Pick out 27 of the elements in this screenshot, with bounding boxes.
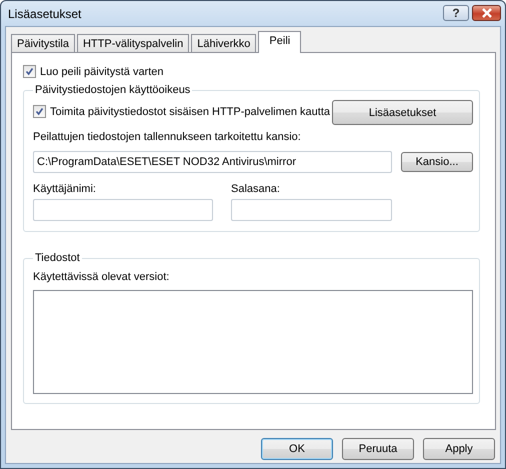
username-field[interactable] <box>33 199 213 221</box>
dialog-button[interactable]: OK <box>261 438 333 460</box>
field-label: Käyttäjänimi: <box>33 182 97 196</box>
close-button[interactable] <box>472 5 501 21</box>
group-title: Päivitystiedostojen käyttöoikeus <box>34 84 192 96</box>
tab[interactable]: Peili <box>258 31 302 53</box>
help-button[interactable]: ? <box>443 5 469 21</box>
checkbox-label: Toimita päivitystiedostot sisäisen HTTP-palvelimen kautta <box>50 106 330 118</box>
dialog-button[interactable]: Peruuta <box>342 438 414 460</box>
window-title: Lisäasetukset <box>8 6 82 20</box>
checkbox[interactable] <box>33 105 46 118</box>
folder-path-field[interactable]: C:\ProgramData\ESET\ESET NOD32 Antivirus\mirror <box>33 151 392 173</box>
list-label: Käytettävissä olevat versiot: <box>33 270 170 284</box>
versions-list[interactable] <box>33 290 473 394</box>
tab[interactable]: HTTP-välityspalvelin <box>76 34 190 52</box>
close-icon <box>480 8 492 18</box>
browse-button[interactable]: Kansio... <box>401 152 473 172</box>
group-title: Tiedostot <box>34 252 81 264</box>
field-label: Peilattujen tiedostojen tallennukseen tarkoitettu kansio: <box>33 130 302 144</box>
checkbox-label: Luo peili päivitystä varten <box>40 66 164 78</box>
field-label: Salasana: <box>231 182 281 196</box>
password-field[interactable] <box>231 199 392 221</box>
advanced-settings-button[interactable]: Lisäasetukset <box>332 100 473 125</box>
dialog-button[interactable]: Apply <box>423 438 495 460</box>
tab[interactable]: Päivitystila <box>11 34 75 52</box>
checkbox[interactable] <box>23 65 36 78</box>
tab[interactable]: Lähiverkko <box>191 34 256 52</box>
